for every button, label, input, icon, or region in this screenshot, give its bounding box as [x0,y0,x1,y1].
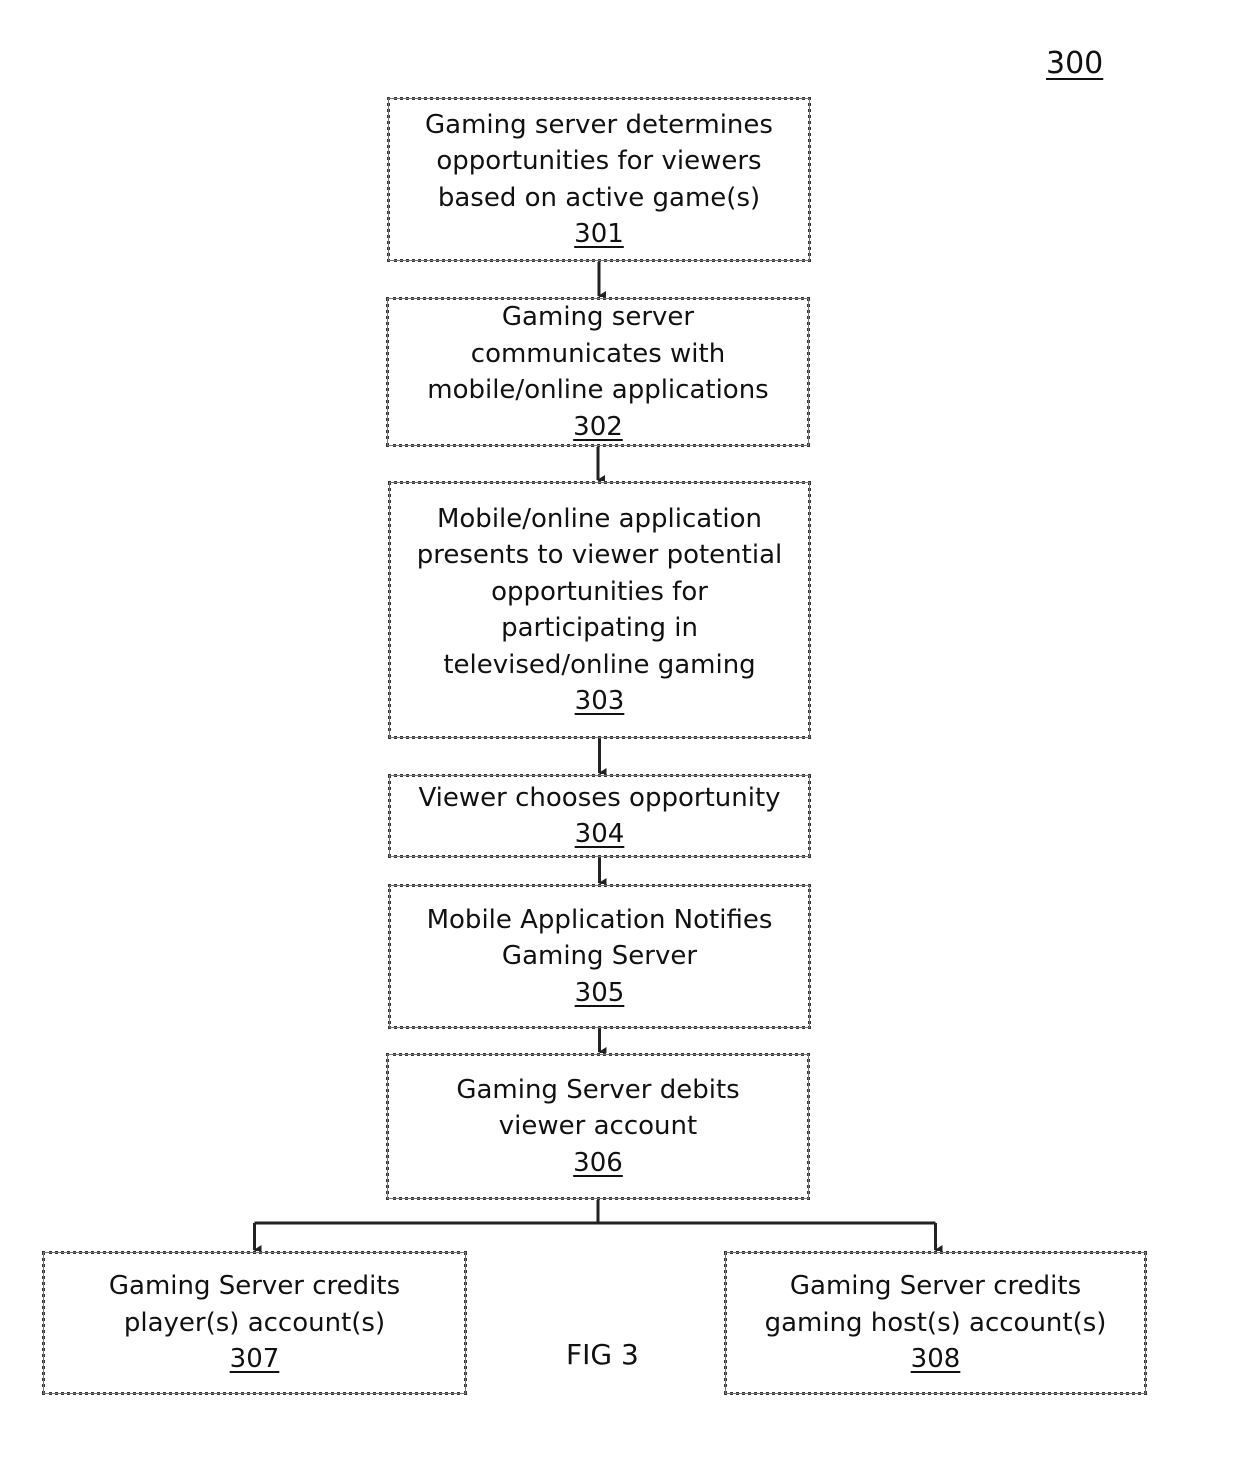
step-text-line: Gaming Server credits [108,1271,401,1302]
step-text-line: mobile/online applications [427,375,769,405]
step-text-line: based on active game(s) [437,182,761,213]
step-reference-number: 302 [573,411,623,442]
step-text-line: Mobile Application Notifies [426,904,773,935]
step-reference-number: 301 [574,219,624,249]
step-text-line: gaming host(s) account(s) [764,1307,1107,1338]
figure-caption: FIG 3 [566,1338,639,1371]
step-text-line: Gaming server [501,302,695,332]
step-reference-number: 307 [229,1344,280,1375]
step-reference-number: 305 [574,977,625,1008]
step-box-307: Gaming Server credits player(s) account(s… [42,1251,467,1395]
step-text-line: Viewer chooses opportunity [418,782,781,813]
step-text-line: Gaming Server debits [456,1074,740,1105]
step-box-306: Gaming Server debits viewer account 306 [386,1053,810,1200]
step-text-line: opportunities for viewers [436,146,762,176]
step-box-305: Mobile Application Notifies Gaming Server… [388,884,811,1029]
step-text-line: Gaming server determines [425,109,773,140]
step-box-304: Viewer chooses opportunity 304 [388,774,811,858]
step-text-line: opportunities for [491,576,708,607]
step-text-line: viewer account [498,1111,698,1142]
step-text-line: Gaming Server credits [789,1271,1082,1302]
step-text-line: player(s) account(s) [123,1307,386,1338]
step-box-301: Gaming server determines opportunities fo… [387,97,811,262]
step-reference-number: 303 [574,686,625,716]
step-text-line: Gaming Server [501,941,698,972]
step-text-line: presents to viewer potential [416,540,783,570]
step-box-308: Gaming Server credits gaming host(s) acco… [724,1251,1147,1395]
step-box-302: Gaming server communicates with mobile/onl… [386,297,810,447]
step-box-303: Mobile/online application presents to vie… [388,481,811,739]
step-text-line: televised/online gaming [443,649,756,680]
step-reference-number: 306 [573,1147,623,1178]
step-reference-number: 304 [574,819,625,849]
step-text-line: communicates with [470,338,726,369]
step-text-line: Mobile/online application [436,503,763,534]
step-reference-number: 308 [910,1344,961,1375]
step-text-line: participating in [501,613,698,643]
